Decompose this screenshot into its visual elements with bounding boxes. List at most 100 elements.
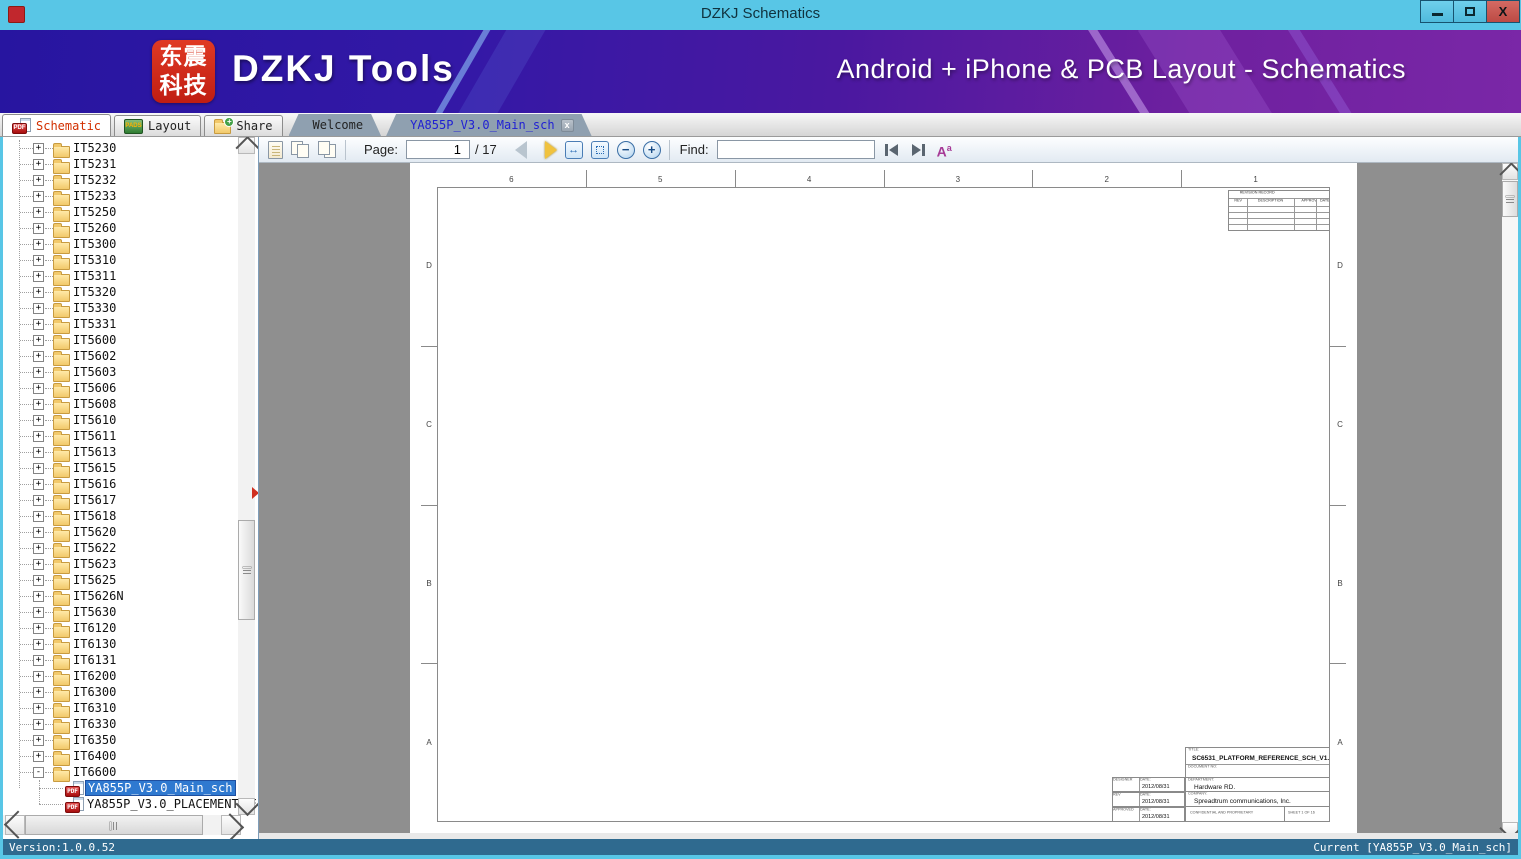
tree-expander-icon[interactable]: + (33, 719, 44, 730)
find-input[interactable] (716, 140, 875, 159)
scroll-left-button[interactable] (3, 810, 33, 839)
tree-expander-icon[interactable]: + (33, 383, 44, 394)
tree-folder-row[interactable]: + IT5233 (3, 188, 256, 206)
tree-expander-icon[interactable]: + (33, 335, 44, 346)
tree-expander-icon[interactable]: + (33, 655, 44, 666)
close-button[interactable]: X (1486, 0, 1520, 23)
tree-document-row[interactable]: PDF YA855P_V3.0_PLACEMENT_130 (3, 796, 256, 813)
tree-expander-icon[interactable]: + (33, 671, 44, 682)
find-previous-button[interactable] (883, 143, 901, 157)
tree-folder-row[interactable]: + IT6350 (3, 732, 256, 750)
tree-folder-row[interactable]: + IT6120 (3, 620, 256, 638)
tree-folder-row[interactable]: - IT6600 (3, 764, 256, 782)
tree-expander-icon[interactable]: + (33, 367, 44, 378)
tree-folder-row[interactable]: + IT5602 (3, 348, 256, 366)
tree-folder-row[interactable]: + IT5310 (3, 252, 256, 270)
schematic-canvas[interactable]: REVISION RECORDREVDESCRIPTIONAPPROVEDDAT… (259, 163, 1518, 839)
scroll-right-button[interactable] (215, 813, 245, 839)
tree-folder-row[interactable]: + IT5618 (3, 508, 256, 526)
zoom-in-button[interactable]: + (642, 140, 661, 159)
tree-horizontal-scrollbar[interactable] (3, 810, 245, 839)
tree-expander-icon[interactable]: + (33, 415, 44, 426)
tree-folder-row[interactable]: + IT5608 (3, 396, 256, 414)
viewer-vertical-scrollbar[interactable] (1499, 163, 1518, 839)
tree-expander-icon[interactable]: + (33, 639, 44, 650)
tree-expander-icon[interactable]: + (33, 495, 44, 506)
tree-expander-icon[interactable]: + (33, 447, 44, 458)
page-number-input[interactable] (405, 140, 470, 159)
tree-expander-icon[interactable]: + (33, 143, 44, 154)
tree-expander-icon[interactable]: + (33, 255, 44, 266)
doc-tab-welcome[interactable]: Welcome (289, 114, 382, 136)
tree-folder-row[interactable]: + IT6131 (3, 652, 256, 670)
tree-folder-row[interactable]: + IT5613 (3, 444, 256, 462)
tree-folder-row[interactable]: + IT5232 (3, 172, 256, 190)
tree-folder-row[interactable]: + IT5606 (3, 380, 256, 398)
tree-folder-row[interactable]: + IT6200 (3, 668, 256, 686)
tree-expander-icon[interactable]: + (33, 239, 44, 250)
tree-folder-row[interactable]: + IT5600 (3, 332, 256, 350)
tree-expander-icon[interactable]: + (33, 223, 44, 234)
tree-expander-icon[interactable]: + (33, 511, 44, 522)
fit-page-button[interactable] (590, 140, 609, 159)
scroll-up-button[interactable] (235, 137, 258, 160)
tree-folder-row[interactable]: + IT5615 (3, 460, 256, 478)
tree-vertical-scrollbar[interactable] (235, 137, 258, 817)
tree-expander-icon[interactable]: + (33, 431, 44, 442)
doc-tab-main-sch[interactable]: YA855P_V3.0_Main_sch x (386, 114, 592, 136)
single-page-view-icon[interactable] (268, 140, 283, 159)
tree-expander-icon[interactable]: + (33, 319, 44, 330)
continuous-view-icon[interactable] (318, 140, 337, 159)
tree-expander-icon[interactable]: + (33, 735, 44, 746)
tree-folder-row[interactable]: + IT5231 (3, 156, 256, 174)
tree-folder-row[interactable]: + IT5250 (3, 204, 256, 222)
tree-expander-icon[interactable]: + (33, 559, 44, 570)
tree-folder-row[interactable]: + IT5616 (3, 476, 256, 494)
tree-expander-icon[interactable]: + (33, 479, 44, 490)
tree-expander-icon[interactable]: + (33, 159, 44, 170)
two-page-view-icon[interactable] (291, 140, 310, 159)
tree-folder-row[interactable]: + IT5331 (3, 316, 256, 334)
tree-expander-icon[interactable]: - (33, 767, 44, 778)
tree-expander-icon[interactable]: + (33, 303, 44, 314)
tree-expander-icon[interactable]: + (33, 527, 44, 538)
tree-expander-icon[interactable]: + (33, 271, 44, 282)
tree-folder-row[interactable]: + IT6310 (3, 700, 256, 718)
tree-folder-row[interactable]: + IT5611 (3, 428, 256, 446)
splitter-collapse-arrow-icon[interactable] (252, 487, 258, 499)
tree-expander-icon[interactable]: + (33, 591, 44, 602)
tree-folder-row[interactable]: + IT5603 (3, 364, 256, 382)
tree-expander-icon[interactable]: + (33, 607, 44, 618)
tree-hscroll-thumb[interactable] (25, 815, 203, 835)
scroll-down-button[interactable] (235, 792, 258, 817)
tree-expander-icon[interactable]: + (33, 207, 44, 218)
tree-expander-icon[interactable]: + (33, 175, 44, 186)
tree-folder-row[interactable]: + IT5620 (3, 524, 256, 542)
tree-folder-row[interactable]: + IT6400 (3, 748, 256, 766)
tab-close-icon[interactable]: x (561, 119, 574, 132)
tree-expander-icon[interactable]: + (33, 287, 44, 298)
tree-expander-icon[interactable]: + (33, 687, 44, 698)
tab-layout[interactable]: PADS Layout (114, 115, 202, 136)
previous-page-button[interactable] (514, 140, 527, 159)
tab-schematic[interactable]: PDF Schematic (2, 114, 112, 136)
next-page-button[interactable] (544, 140, 557, 159)
zoom-out-button[interactable]: − (616, 140, 635, 159)
tree-expander-icon[interactable]: + (33, 191, 44, 202)
tree-folder-row[interactable]: + IT6300 (3, 684, 256, 702)
fit-width-button[interactable]: ↔ (564, 140, 583, 159)
viewer-vscroll-thumb[interactable] (1502, 181, 1518, 217)
find-next-button[interactable] (909, 143, 927, 157)
tree-folder-row[interactable]: + IT5320 (3, 284, 256, 302)
tree-folder-row[interactable]: + IT5617 (3, 492, 256, 510)
tree-expander-icon[interactable]: + (33, 751, 44, 762)
tree-expander-icon[interactable]: + (33, 623, 44, 634)
tree-folder-row[interactable]: + IT5260 (3, 220, 256, 238)
tree-folder-row[interactable]: + IT5230 (3, 140, 256, 158)
tree-folder-row[interactable]: + IT6130 (3, 636, 256, 654)
tree-expander-icon[interactable]: + (33, 351, 44, 362)
tree-folder-row[interactable]: + IT6330 (3, 716, 256, 734)
tree-folder-row[interactable]: + IT5330 (3, 300, 256, 318)
tree-document-row[interactable]: PDF YA855P_V3.0_Main_sch (3, 780, 256, 797)
tree-folder-row[interactable]: + IT5625 (3, 572, 256, 590)
